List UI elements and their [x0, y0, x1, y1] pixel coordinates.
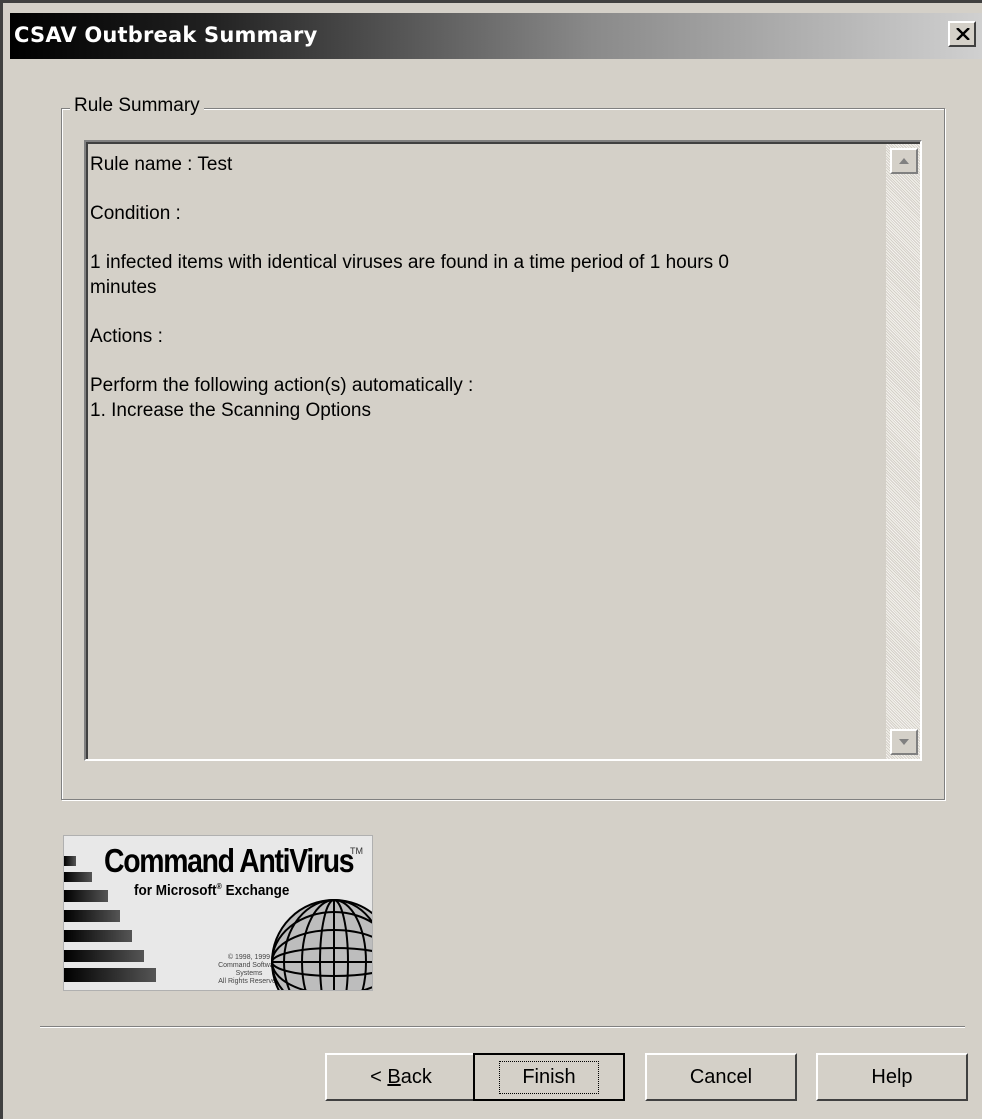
actions-intro: Perform the following action(s) automati… — [90, 375, 474, 396]
rule-summary-textbox[interactable]: Rule name : Test Condition : 1 infected … — [84, 140, 922, 761]
footer-divider — [40, 1026, 965, 1028]
scroll-down-button[interactable] — [890, 729, 918, 755]
condition-line-continued: minutes — [90, 277, 157, 298]
condition-line: 1 infected items with identical viruses … — [90, 252, 729, 273]
summary-text: Rule name : Test Condition : 1 infected … — [90, 152, 870, 423]
logo-title: Command AntiVirus — [104, 842, 355, 879]
cancel-label: Cancel — [689, 1065, 753, 1088]
arrow-up-icon — [899, 158, 909, 164]
actions-heading: Actions : — [90, 326, 163, 347]
action-item: 1. Increase the Scanning Options — [90, 400, 371, 421]
logo-trademark: TM — [350, 846, 363, 856]
window-title: CSAV Outbreak Summary — [14, 23, 318, 47]
arrow-down-icon — [899, 739, 909, 745]
scroll-up-button[interactable] — [890, 148, 918, 174]
cancel-button[interactable]: Cancel — [645, 1053, 797, 1101]
globe-icon — [271, 899, 372, 990]
group-label: Rule Summary — [70, 95, 204, 117]
help-button[interactable]: Help — [816, 1053, 968, 1101]
command-antivirus-logo: Command AntiVirus TM for Microsoft® Exch… — [63, 835, 373, 991]
close-button[interactable] — [948, 21, 976, 47]
title-bar: CSAV Outbreak Summary — [10, 13, 982, 59]
rule-summary-group: Rule Summary Rule name : Test Condition … — [61, 95, 945, 800]
finish-label: Finish — [499, 1060, 599, 1094]
close-icon — [956, 28, 970, 40]
vertical-scrollbar[interactable] — [886, 144, 920, 759]
condition-heading: Condition : — [90, 203, 181, 224]
help-label: Help — [871, 1065, 913, 1088]
outbreak-summary-dialog: CSAV Outbreak Summary Rule Summary Rule … — [0, 0, 982, 1119]
rule-name-line: Rule name : Test — [90, 154, 233, 175]
back-button[interactable]: < Back — [325, 1053, 477, 1101]
finish-button[interactable]: Finish — [473, 1053, 625, 1101]
